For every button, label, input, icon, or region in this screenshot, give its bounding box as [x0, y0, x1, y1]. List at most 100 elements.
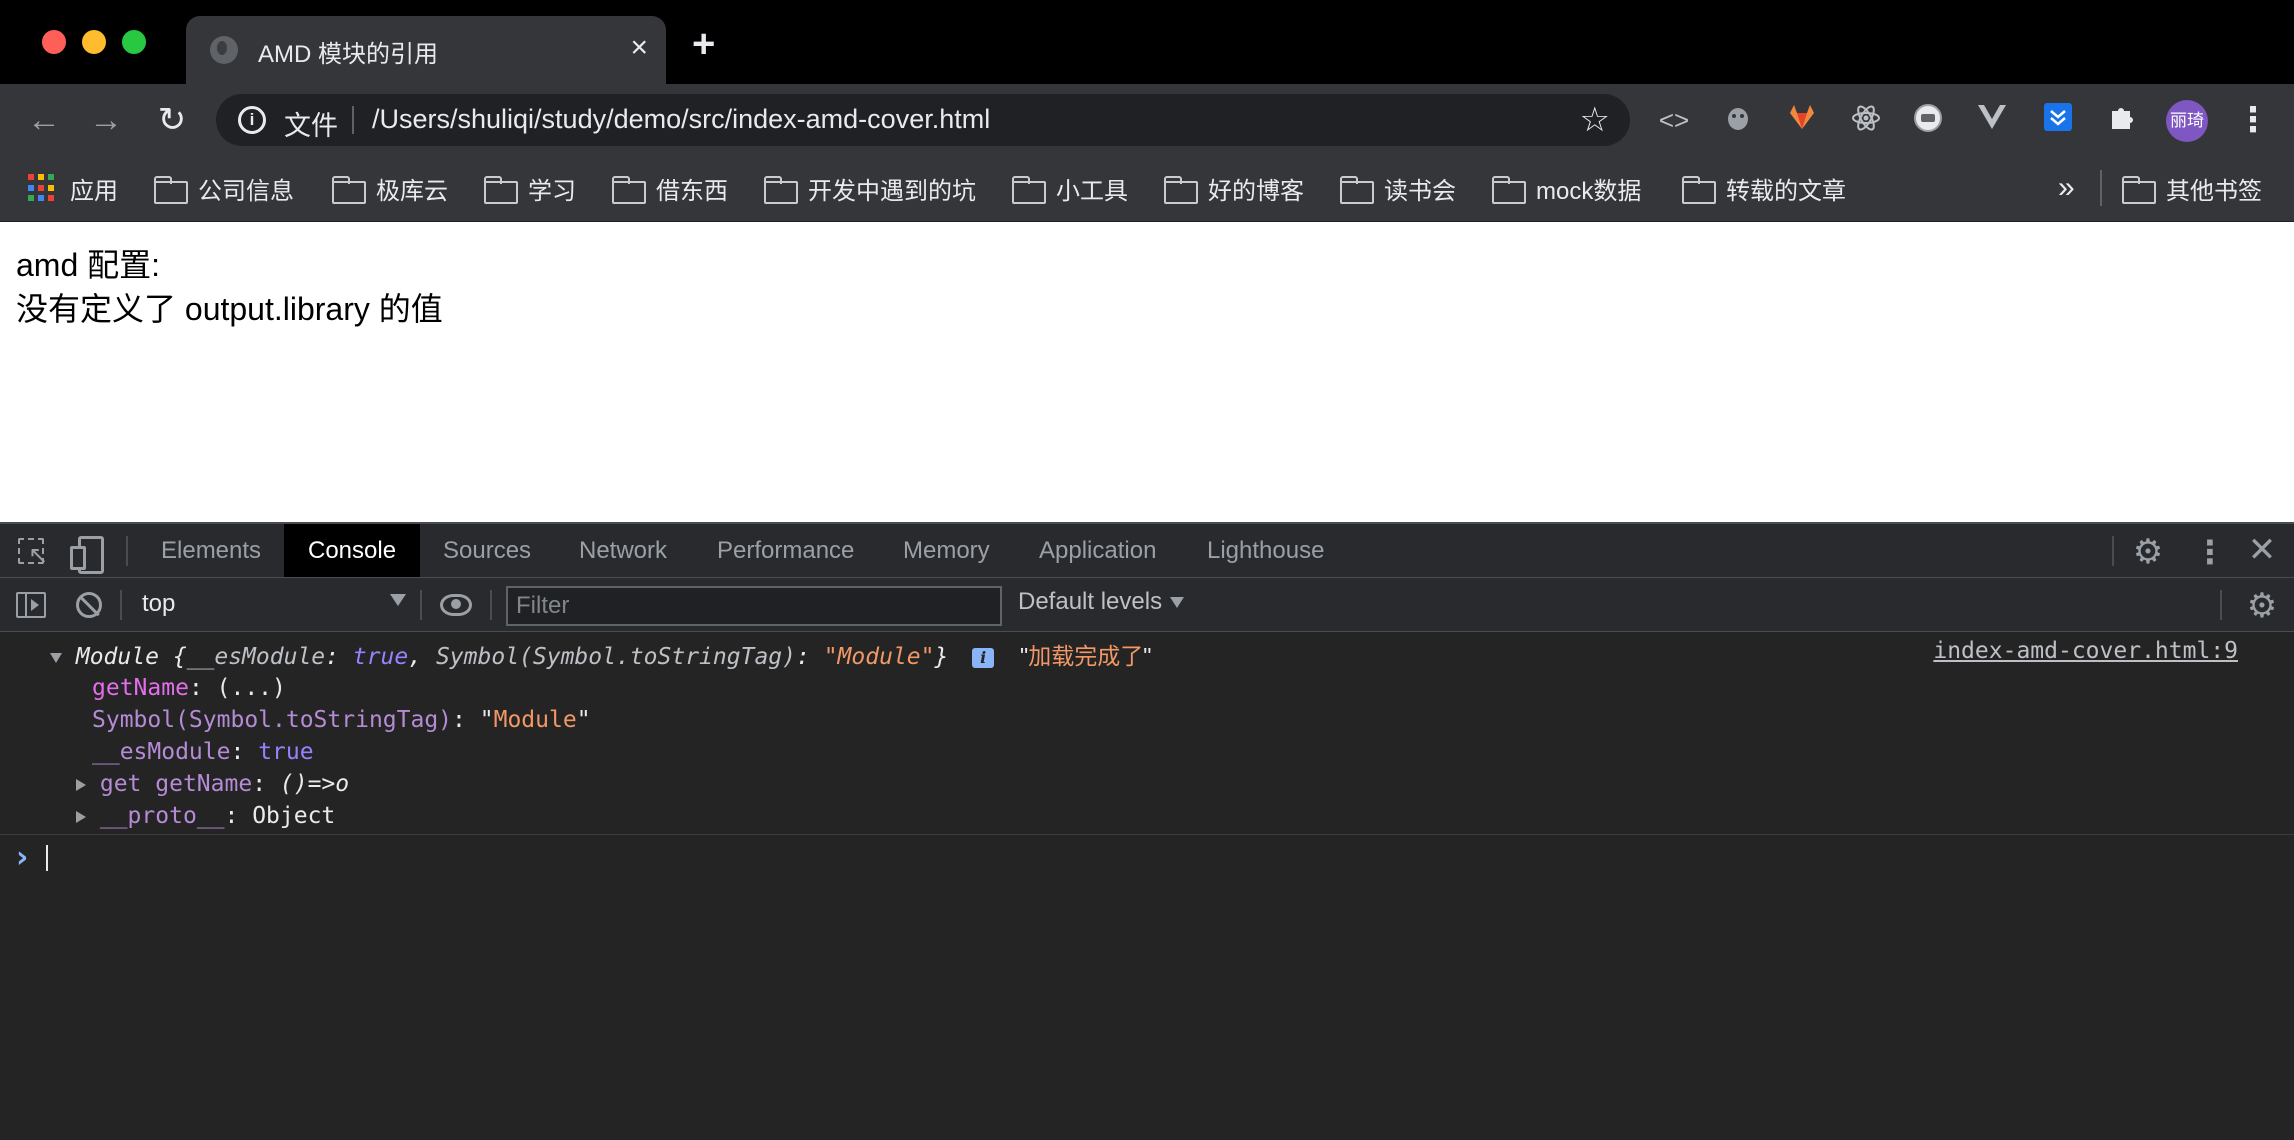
tab-sources[interactable]: Sources — [419, 524, 555, 577]
bookmark-folder-pitfalls[interactable]: 开发中遇到的坑 — [764, 168, 976, 208]
expand-triangle-icon[interactable] — [76, 778, 86, 791]
property-key: get getName — [99, 771, 253, 797]
dev-extension-icon[interactable] — [1720, 102, 1756, 138]
console-toolbar: top Default levels ⚙ — [0, 578, 2294, 632]
address-bar[interactable]: i 文件 /Users/shuliqi/study/demo/src/index… — [216, 94, 1630, 146]
prompt-chevron-icon: › — [16, 840, 29, 875]
url-text[interactable]: /Users/shuliqi/study/demo/src/index-amd-… — [372, 104, 990, 135]
console-filter-input[interactable] — [506, 586, 1002, 626]
quote: " — [576, 707, 591, 733]
property-row[interactable]: getName: (...) — [92, 672, 286, 704]
bookmark-folder-borrow[interactable]: 借东西 — [612, 168, 728, 208]
property-value: Module — [493, 707, 577, 733]
download-extension-icon[interactable] — [2040, 102, 2076, 138]
console-prompt-row[interactable]: › — [0, 838, 2294, 878]
clear-console-icon[interactable] — [76, 592, 102, 618]
device-toolbar-icon[interactable] — [70, 536, 104, 574]
settings-gear-icon[interactable]: ⚙ — [2130, 534, 2166, 570]
folder-icon — [1012, 176, 1046, 204]
tab-console[interactable]: Console — [284, 524, 421, 577]
tab-performance[interactable]: Performance — [693, 524, 878, 577]
forward-button[interactable]: → — [86, 100, 126, 140]
expand-triangle-icon[interactable] — [50, 652, 62, 663]
folder-icon — [612, 176, 646, 204]
property-key: __proto__ — [99, 803, 225, 829]
bookmark-star-icon[interactable]: ☆ — [1580, 100, 1610, 140]
bookmark-folder-blogs[interactable]: 好的博客 — [1164, 168, 1304, 208]
tab-close-icon[interactable]: × — [630, 30, 648, 66]
property-row[interactable]: Symbol(Symbol.toStringTag): "Module" — [92, 704, 591, 736]
log-levels-label: Default levels — [1018, 588, 1163, 615]
chevron-down-icon — [390, 594, 406, 606]
console-divider — [0, 834, 2294, 835]
chevron-down-icon — [1170, 597, 1185, 609]
bookmark-folder-company[interactable]: 公司信息 — [154, 168, 294, 208]
globe-icon — [210, 36, 238, 64]
devtools-tabbar: Elements Console Sources Network Perform… — [0, 524, 2294, 578]
code-view-extension-icon[interactable]: <> — [1656, 102, 1692, 138]
apps-icon — [28, 174, 56, 202]
tab-application[interactable]: Application — [1015, 524, 1180, 577]
inspect-element-icon[interactable] — [16, 536, 48, 568]
log-entry-header[interactable]: Module {__esModule: true, Symbol(Symbol.… — [50, 640, 1151, 672]
folder-icon — [1340, 176, 1374, 204]
property-row-getter[interactable]: get getName: ()=>o — [76, 768, 349, 800]
console-sidebar-icon[interactable] — [16, 592, 46, 618]
vue-devtools-icon[interactable] — [1974, 102, 2010, 138]
js-context-select[interactable]: top — [132, 584, 410, 624]
tab-title: AMD 模块的引用 — [258, 41, 438, 68]
bookmark-folder-jikuyun[interactable]: 极库云 — [332, 168, 448, 208]
reload-button[interactable]: ↻ — [152, 100, 192, 140]
property-row[interactable]: __esModule: true — [92, 736, 314, 768]
bookmark-folder-other[interactable]: 其他书签 — [2122, 168, 2262, 208]
site-info-icon[interactable]: i — [238, 106, 266, 134]
live-expression-eye-icon[interactable] — [440, 594, 472, 616]
bookmark-folder-mock[interactable]: mock数据 — [1492, 168, 1641, 208]
react-devtools-icon[interactable] — [1848, 102, 1884, 138]
folder-icon — [1492, 176, 1526, 204]
source-link[interactable]: index-amd-cover.html:9 — [1933, 638, 2238, 664]
log-message-text: 加载完成了 — [1028, 643, 1144, 669]
devtools-menu-icon[interactable]: ⋮ — [2194, 534, 2226, 570]
property-row-proto[interactable]: __proto__: Object — [76, 800, 335, 832]
new-tab-button[interactable]: + — [692, 24, 715, 64]
extensions-puzzle-icon[interactable] — [2104, 102, 2140, 138]
log-levels-dropdown[interactable]: Default levels — [1018, 588, 1185, 616]
minimize-window-button[interactable] — [82, 30, 106, 54]
toolbar-divider — [2220, 590, 2222, 620]
bookmark-folder-bookclub[interactable]: 读书会 — [1340, 168, 1456, 208]
bookmarks-divider — [2100, 170, 2102, 206]
log-message: "加载完成了" — [1020, 643, 1152, 669]
property-key: getName — [92, 675, 189, 701]
profile-avatar[interactable]: 丽琦 — [2166, 100, 2208, 142]
devtools-close-icon[interactable]: ✕ — [2246, 532, 2278, 568]
bookmark-folder-study[interactable]: 学习 — [484, 168, 576, 208]
bookmarks-overflow-button[interactable]: » — [2058, 168, 2075, 208]
back-button[interactable]: ← — [24, 100, 64, 140]
zoom-window-button[interactable] — [122, 30, 146, 54]
tabbar-divider-right — [2112, 536, 2114, 566]
property-value: Object — [252, 803, 336, 829]
expand-triangle-icon[interactable] — [76, 810, 86, 823]
bookmark-folder-tools[interactable]: 小工具 — [1012, 168, 1128, 208]
bookmark-label: 读书会 — [1384, 177, 1456, 205]
info-badge-icon[interactable]: i — [972, 647, 995, 668]
browser-tab-active[interactable]: AMD 模块的引用 × — [186, 16, 666, 84]
tab-network[interactable]: Network — [555, 524, 691, 577]
property-value[interactable]: (...) — [217, 675, 286, 701]
folder-icon — [332, 176, 366, 204]
browser-menu-icon[interactable]: ⋮ — [2236, 100, 2270, 140]
quote: " — [479, 707, 494, 733]
tab-memory[interactable]: Memory — [879, 524, 1014, 577]
bookmark-folder-reposts[interactable]: 转载的文章 — [1682, 168, 1846, 208]
tab-elements[interactable]: Elements — [137, 524, 285, 577]
cookie-extension-icon[interactable] — [1910, 102, 1946, 138]
bookmark-apps[interactable]: 应用 — [28, 168, 118, 208]
page-text-line-2: 没有定义了 output.library 的值 — [16, 291, 443, 327]
bookmark-label: 其他书签 — [2166, 177, 2262, 205]
console-settings-gear-icon[interactable]: ⚙ — [2244, 588, 2280, 624]
tab-lighthouse[interactable]: Lighthouse — [1183, 524, 1348, 577]
close-window-button[interactable] — [42, 30, 66, 54]
gitlab-extension-icon[interactable] — [1784, 102, 1820, 138]
bookmark-label: 学习 — [528, 177, 576, 205]
